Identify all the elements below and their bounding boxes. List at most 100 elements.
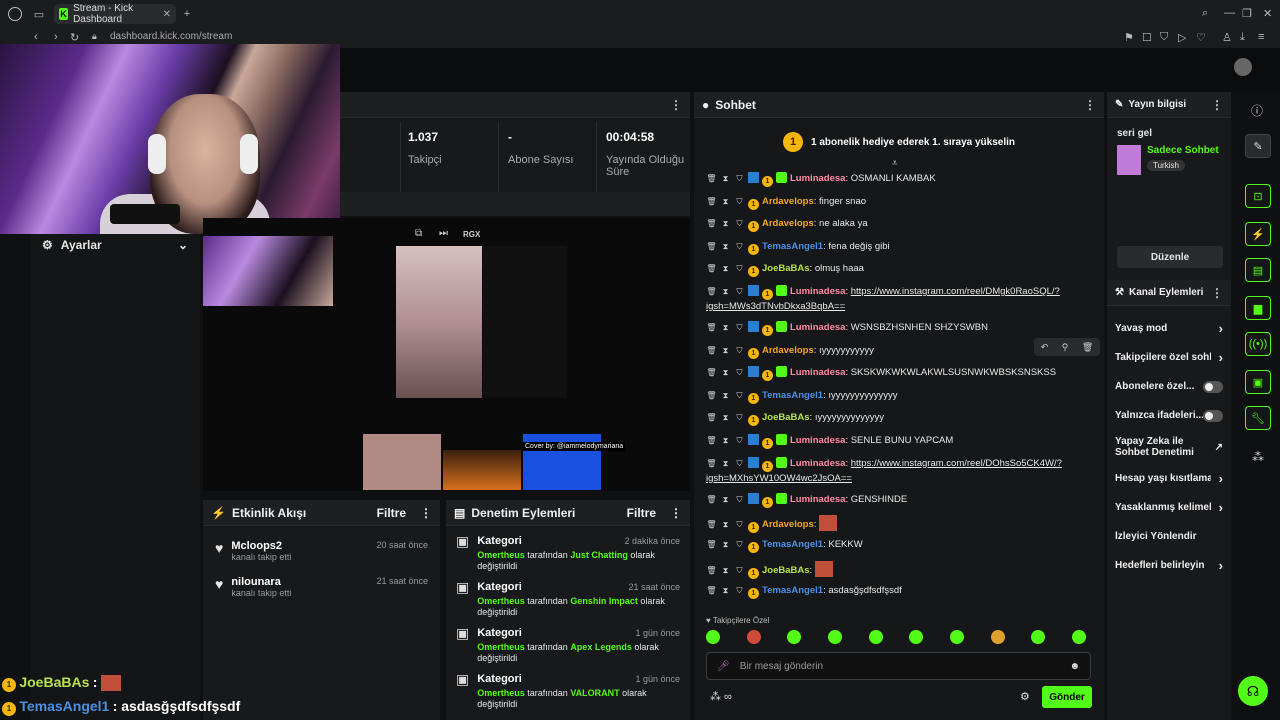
- channel-action-item[interactable]: Yasaklanmış kelimeler ›: [1107, 493, 1231, 522]
- chat-username[interactable]: Luminadesa: [790, 367, 845, 378]
- channel-action-item[interactable]: Abonelere özel...: [1107, 372, 1231, 401]
- chat-message[interactable]: 🗑︎ ⧗ ⛉ 1 TemasAngel1: ıyyyyyyyyyyyyyy: [706, 389, 1086, 404]
- delete-icon[interactable]: 🗑︎: [706, 538, 717, 551]
- menu-icon[interactable]: ≡: [1258, 31, 1264, 43]
- chat-username[interactable]: Luminadesa: [790, 322, 845, 333]
- more-options-icon[interactable]: ⋮: [670, 506, 682, 520]
- bookmark-icon[interactable]: ☐: [1142, 31, 1152, 44]
- chat-input[interactable]: 🎤︎ Bir mesaj gönderin ☻: [706, 652, 1091, 680]
- more-options-icon[interactable]: ⋮: [1211, 286, 1223, 300]
- chat-username[interactable]: TemasAngel1: [762, 585, 823, 596]
- delete-icon[interactable]: 🗑︎: [706, 240, 717, 253]
- chat-message[interactable]: 🗑︎ ⧗ ⛉ 1 Ardavelops: ne alaka ya: [706, 217, 1086, 233]
- infinity-icon[interactable]: ⁂ ∞: [710, 690, 732, 703]
- more-options-icon[interactable]: ⋮: [670, 98, 682, 112]
- account-icon[interactable]: ♙: [1222, 31, 1232, 44]
- edit-button[interactable]: Düzenle: [1117, 246, 1223, 268]
- emote-icon[interactable]: [949, 630, 964, 644]
- download-icon[interactable]: ⤓: [1240, 31, 1245, 44]
- apps-icon[interactable]: ⁂: [1252, 450, 1264, 464]
- play-icon[interactable]: ▷: [1178, 31, 1186, 44]
- channel-action-item[interactable]: Yavaş mod ›: [1107, 314, 1231, 343]
- more-options-icon[interactable]: ⋮: [1084, 98, 1096, 112]
- notes-icon[interactable]: ▤: [1245, 258, 1271, 282]
- chat-message[interactable]: 🗑︎ ⧗ ⛉ 1 Ardavelops:: [706, 515, 1086, 534]
- chat-username[interactable]: TemasAngel1: [762, 241, 823, 252]
- delete-icon[interactable]: 🗑︎: [706, 172, 717, 185]
- ban-icon[interactable]: ⛉: [734, 493, 745, 506]
- tab-kick-dashboard[interactable]: K Stream - Kick Dashboard ✕: [54, 3, 176, 25]
- chat-text[interactable]: https://www.instagram.com/reel/DOhsSo5CK…: [706, 458, 1062, 484]
- delete-icon[interactable]: 🗑︎: [706, 584, 717, 597]
- scan-icon[interactable]: ⊡: [1245, 184, 1271, 208]
- toggle-switch[interactable]: [1202, 380, 1223, 393]
- emote-icon[interactable]: [706, 630, 720, 644]
- ban-icon[interactable]: ⛉: [734, 434, 745, 447]
- delete-icon[interactable]: 🗑︎: [706, 493, 717, 506]
- channel-action-item[interactable]: Hesap yaşı kısıtlaması ›: [1107, 464, 1231, 493]
- delete-icon[interactable]: 🗑︎: [706, 434, 717, 447]
- chat-username[interactable]: Luminadesa: [790, 458, 845, 469]
- wrench-icon[interactable]: 🔧︎: [1245, 406, 1271, 430]
- timeout-icon[interactable]: ⧗: [720, 172, 731, 185]
- emote-icon[interactable]: [746, 630, 761, 644]
- ban-icon[interactable]: ⛉: [734, 411, 745, 424]
- browser-logo-icon[interactable]: [8, 7, 22, 21]
- chat-username[interactable]: Ardavelops: [762, 218, 814, 229]
- skip-icon[interactable]: ⏭: [439, 228, 448, 239]
- timeout-icon[interactable]: ⧗: [720, 344, 731, 357]
- timeout-icon[interactable]: ⧗: [720, 285, 731, 298]
- emote-icon[interactable]: [827, 630, 842, 644]
- forward-icon[interactable]: ›: [54, 31, 58, 43]
- ban-icon[interactable]: ⛉: [734, 285, 745, 298]
- chat-message[interactable]: 🗑︎ ⧗ ⛉ 1 Luminadesa: WSNSBZHSNHEN SHZYSWBN: [706, 321, 1086, 336]
- emoji-icon[interactable]: ☻: [1069, 661, 1080, 672]
- chat-message[interactable]: 🗑︎ ⧗ ⛉ 1 Luminadesa: https://www.instagram.c…: [706, 285, 1086, 313]
- lightning-icon[interactable]: ⚡: [1245, 222, 1271, 246]
- delete-icon[interactable]: 🗑︎: [706, 217, 717, 230]
- emote-icon[interactable]: [990, 630, 1005, 644]
- chat-message[interactable]: 🗑︎ ⧗ ⛉ 1 TemasAngel1: asdasğşdfsdfşsdf: [706, 584, 1086, 599]
- timeout-icon[interactable]: ⧗: [720, 434, 731, 447]
- timeout-icon[interactable]: ⧗: [720, 538, 731, 551]
- shield-icon[interactable]: ⛉: [1160, 31, 1168, 44]
- ban-icon[interactable]: ⛉: [734, 538, 745, 551]
- settings-toggle[interactable]: ⚙ Ayarlar ⌄: [30, 234, 200, 256]
- delete-icon[interactable]: 🗑︎: [706, 321, 717, 334]
- pin-icon[interactable]: ⚑: [1124, 31, 1134, 44]
- new-tab-button[interactable]: +: [180, 7, 194, 21]
- delete-icon[interactable]: 🗑︎: [706, 262, 717, 275]
- timeout-icon[interactable]: ⧗: [720, 564, 731, 577]
- channel-action-item[interactable]: Hedefleri belirleyin ›: [1107, 551, 1231, 580]
- info-icon[interactable]: ⓘ: [1251, 102, 1263, 119]
- popout-icon[interactable]: ⧉: [415, 228, 422, 239]
- delete-icon[interactable]: 🗑︎: [706, 411, 717, 424]
- chat-message[interactable]: 🗑︎ ⧗ ⛉ 1 Ardavelops: ıyyyyyyyyyyy: [706, 344, 1086, 359]
- timeout-icon[interactable]: ⧗: [720, 518, 731, 531]
- ban-icon[interactable]: ⛉: [734, 217, 745, 230]
- emote-icon[interactable]: [1031, 630, 1046, 644]
- timeout-icon[interactable]: ⧗: [720, 584, 731, 597]
- chat-username[interactable]: JoeBaBAs: [762, 412, 810, 423]
- timeout-icon[interactable]: ⧗: [720, 217, 731, 230]
- ban-icon[interactable]: ⛉: [734, 195, 745, 208]
- search-icon[interactable]: ⌕: [1202, 7, 1208, 20]
- ban-icon[interactable]: ⛉: [734, 262, 745, 275]
- chat-username[interactable]: Ardavelops: [762, 196, 814, 207]
- broadcast-icon[interactable]: ((•)): [1245, 332, 1271, 356]
- chat-username[interactable]: JoeBaBAs: [762, 565, 810, 576]
- minimize-icon[interactable]: —: [1224, 7, 1235, 19]
- send-button[interactable]: Gönder: [1042, 686, 1092, 708]
- chat-username[interactable]: JoeBaBAs: [762, 263, 810, 274]
- chat-username[interactable]: Luminadesa: [790, 286, 845, 297]
- ban-icon[interactable]: ⛉: [734, 518, 745, 531]
- chat-message[interactable]: 🗑︎ ⧗ ⛉ 1 Luminadesa: SKSKWKWKWLAKWLSUSNWKWBS…: [706, 366, 1086, 382]
- restore-icon[interactable]: ❐: [1242, 7, 1252, 20]
- back-icon[interactable]: ‹: [34, 31, 38, 43]
- chat-message[interactable]: 🗑︎ ⧗ ⛉ 1 Luminadesa: SENLE BUNU YAPCAM: [706, 434, 1086, 449]
- gear-icon[interactable]: ⚙: [1020, 690, 1030, 703]
- heart-icon[interactable]: ♡: [1196, 31, 1206, 44]
- chat-message[interactable]: 🗑︎ ⧗ ⛉ 1 Luminadesa: OSMANLI KAMBAK: [706, 172, 1086, 187]
- pinned-goal-banner[interactable]: 1 1 abonelik hediye ederek 1. sıraya yük…: [694, 122, 1104, 162]
- chat-username[interactable]: Ardavelops: [762, 345, 814, 356]
